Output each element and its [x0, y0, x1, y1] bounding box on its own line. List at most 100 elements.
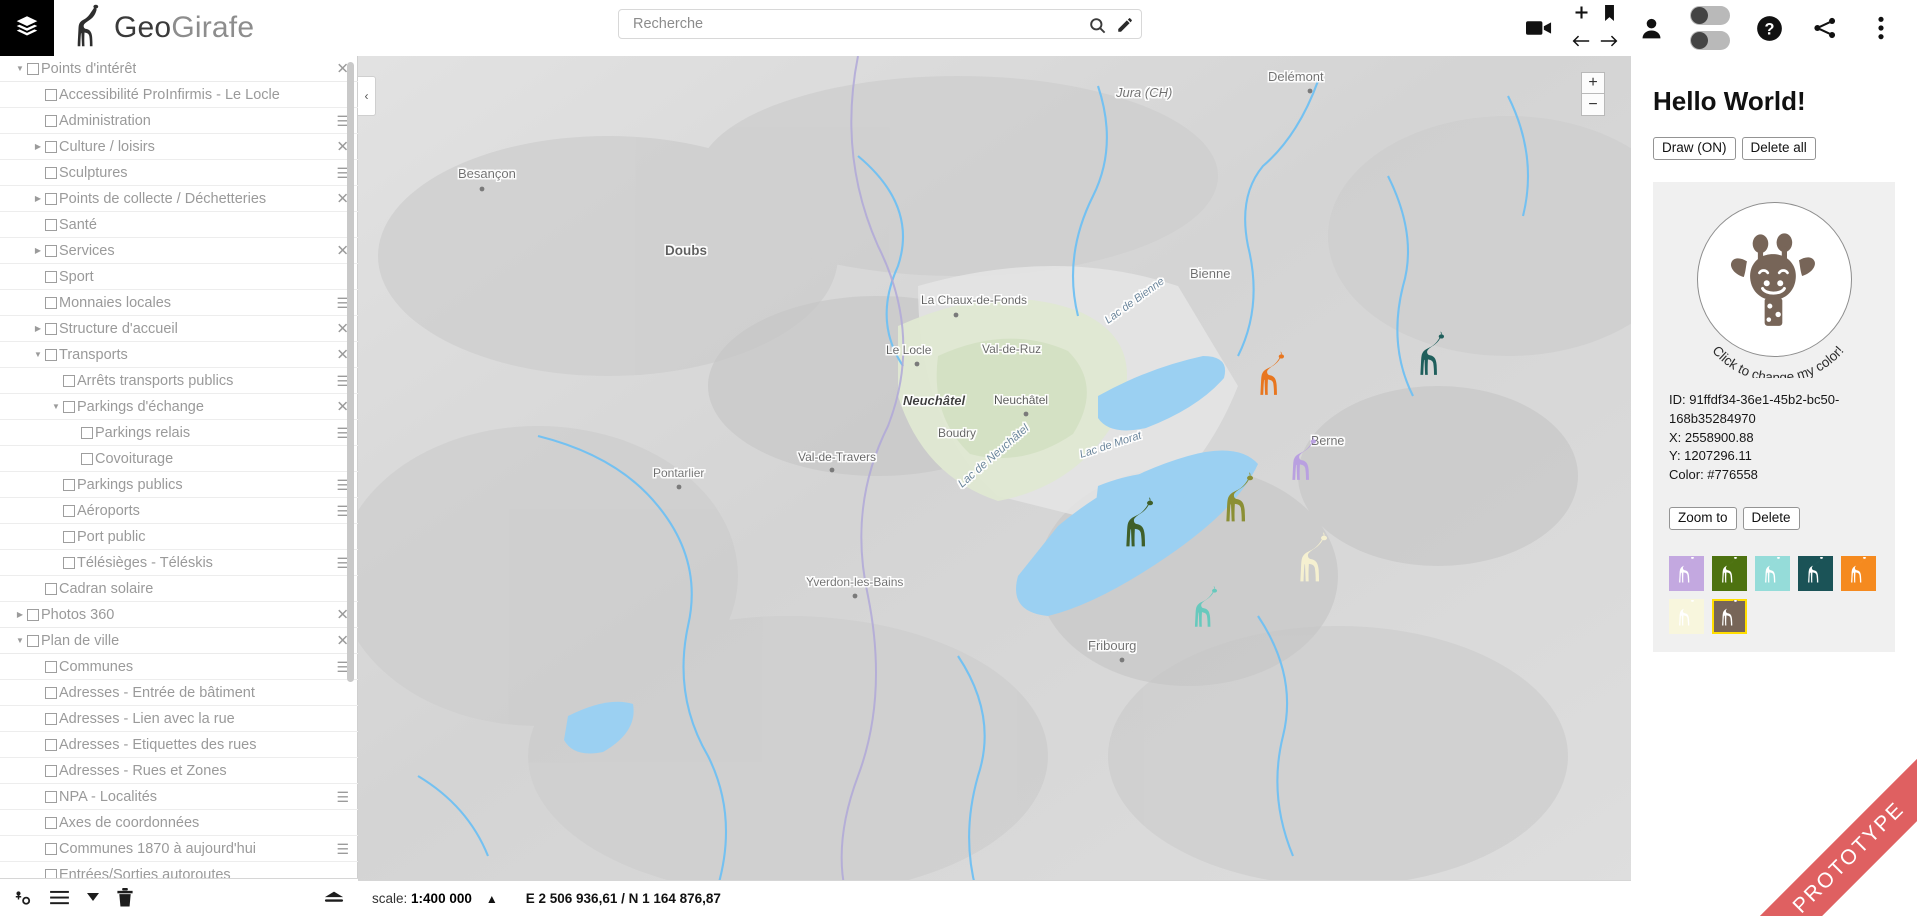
- layer-tree-row[interactable]: ▶ Structure d'accueil ✕: [0, 316, 358, 342]
- draw-toggle-button[interactable]: Draw (ON): [1653, 137, 1736, 160]
- map-giraffe-feature[interactable]: [1218, 465, 1261, 535]
- layer-tree-row[interactable]: Cadran solaire: [0, 576, 358, 602]
- layer-checkbox[interactable]: [45, 166, 57, 179]
- color-swatch[interactable]: [1669, 554, 1704, 591]
- giraffe-color-picker[interactable]: Click to change my color!: [1696, 201, 1852, 378]
- pencil-icon[interactable]: [1114, 14, 1136, 36]
- color-swatch[interactable]: [1712, 554, 1747, 591]
- caret-up-icon[interactable]: ▲: [486, 892, 498, 906]
- color-swatch[interactable]: [1841, 554, 1876, 591]
- layer-checkbox[interactable]: [45, 296, 57, 309]
- caret-right-icon[interactable]: ▶: [13, 610, 27, 619]
- caret-right-icon[interactable]: ▶: [31, 324, 45, 333]
- layer-checkbox[interactable]: [45, 842, 57, 855]
- color-swatch[interactable]: [1798, 554, 1833, 591]
- layer-tree-row[interactable]: Parkings publics ☰: [0, 472, 358, 498]
- caret-down-icon[interactable]: ▼: [49, 402, 63, 411]
- search-icon[interactable]: [1086, 14, 1108, 36]
- layer-checkbox[interactable]: [27, 608, 39, 621]
- layer-tree-row[interactable]: Télésièges - Téléskis ☰: [0, 550, 358, 576]
- layer-checkbox[interactable]: [45, 738, 57, 751]
- delete-all-button[interactable]: Delete all: [1741, 137, 1816, 160]
- layer-tree-row[interactable]: Accessibilité ProInfirmis - Le Locle: [0, 82, 358, 108]
- bookmark-icon[interactable]: [1603, 4, 1616, 24]
- map-giraffe-feature[interactable]: [1285, 430, 1323, 492]
- chevron-down-icon[interactable]: [87, 893, 99, 902]
- layer-checkbox[interactable]: [63, 374, 75, 387]
- layer-checkbox[interactable]: [45, 88, 57, 101]
- layer-checkbox[interactable]: [45, 764, 57, 777]
- layer-tree-row[interactable]: ▼ Points d'intérêt ✕: [0, 56, 358, 82]
- caret-down-icon[interactable]: ▼: [31, 350, 45, 359]
- layer-tree-row[interactable]: Axes de coordonnées: [0, 810, 358, 836]
- caret-right-icon[interactable]: ▶: [31, 142, 45, 151]
- caret-down-icon[interactable]: ▼: [13, 636, 27, 645]
- help-icon[interactable]: ?: [1741, 0, 1797, 56]
- layer-checkbox[interactable]: [45, 322, 57, 335]
- map-giraffe-feature[interactable]: [1188, 580, 1224, 638]
- toggle-switch-top[interactable]: [1690, 6, 1730, 25]
- zoom-out-button[interactable]: −: [1581, 94, 1605, 116]
- layer-tree-row[interactable]: Communes 1870 à aujourd'hui ☰: [0, 836, 358, 862]
- layer-checkbox[interactable]: [45, 192, 57, 205]
- user-account-icon[interactable]: [1623, 0, 1679, 56]
- layer-checkbox[interactable]: [45, 114, 57, 127]
- layer-tree-row[interactable]: Parkings relais ☰: [0, 420, 358, 446]
- map-giraffe-feature[interactable]: [1253, 345, 1291, 407]
- layer-checkbox[interactable]: [63, 504, 75, 517]
- layer-tree-row[interactable]: ▼ Transports ✕: [0, 342, 358, 368]
- layer-checkbox[interactable]: [63, 556, 75, 569]
- layer-tree-row[interactable]: Adresses - Etiquettes des rues: [0, 732, 358, 758]
- layer-tree-row[interactable]: ▶ Photos 360 ✕: [0, 602, 358, 628]
- layer-tree-row[interactable]: Entrées/Sorties autoroutes: [0, 862, 358, 878]
- arrow-right-icon[interactable]: [1600, 34, 1618, 51]
- layer-tree-row[interactable]: Adresses - Lien avec la rue: [0, 706, 358, 732]
- map-viewport[interactable]: Jura (CH) Delémont Besançon Doubs La Cha…: [358, 56, 1631, 916]
- layer-checkbox[interactable]: [45, 712, 57, 725]
- caret-right-icon[interactable]: ▶: [31, 246, 45, 255]
- map-giraffe-feature[interactable]: [1118, 490, 1161, 560]
- map-giraffe-feature[interactable]: [1292, 525, 1335, 595]
- layer-tree-row[interactable]: ▼ Plan de ville ✕: [0, 628, 358, 654]
- color-swatch[interactable]: [1669, 597, 1704, 634]
- layer-checkbox[interactable]: [27, 62, 39, 75]
- zoom-in-button[interactable]: +: [1581, 72, 1605, 94]
- layer-tree-row[interactable]: ▶ Culture / loisirs ✕: [0, 134, 358, 160]
- layer-checkbox[interactable]: [45, 244, 57, 257]
- layer-checkbox[interactable]: [81, 426, 93, 439]
- trash-icon[interactable]: [117, 888, 133, 907]
- layer-checkbox[interactable]: [45, 348, 57, 361]
- arrow-left-icon[interactable]: [1572, 34, 1590, 51]
- layer-checkbox[interactable]: [45, 790, 57, 803]
- layer-checkbox[interactable]: [63, 400, 75, 413]
- layer-checkbox[interactable]: [45, 218, 57, 231]
- zoom-to-button[interactable]: Zoom to: [1669, 507, 1737, 530]
- layer-tree-row[interactable]: Communes ☰: [0, 654, 358, 680]
- layer-tree-row[interactable]: Administration ☰: [0, 108, 358, 134]
- more-vertical-icon[interactable]: [1853, 0, 1909, 56]
- layer-checkbox[interactable]: [45, 816, 57, 829]
- list-icon[interactable]: [50, 890, 69, 905]
- color-swatch[interactable]: [1755, 554, 1790, 591]
- layer-tree-row[interactable]: Sport: [0, 264, 358, 290]
- layer-tree-row[interactable]: Santé: [0, 212, 358, 238]
- layer-checkbox[interactable]: [45, 140, 57, 153]
- layer-checkbox[interactable]: [63, 530, 75, 543]
- layer-tree-row[interactable]: Sculptures ☰: [0, 160, 358, 186]
- layer-tree-row[interactable]: Adresses - Entrée de bâtiment: [0, 680, 358, 706]
- layer-checkbox[interactable]: [45, 660, 57, 673]
- layer-tree-list[interactable]: ▼ Points d'intérêt ✕ Accessibilité ProInfir…: [0, 56, 358, 878]
- layer-tree-row[interactable]: Monnaies locales ☰: [0, 290, 358, 316]
- map-giraffe-feature[interactable]: [1413, 325, 1451, 387]
- layer-checkbox[interactable]: [45, 582, 57, 595]
- layer-tree-row[interactable]: Adresses - Rues et Zones: [0, 758, 358, 784]
- collapse-panel-button[interactable]: ‹: [358, 76, 376, 116]
- brand-logo[interactable]: GeoGirafe: [68, 4, 254, 51]
- basemap-icon[interactable]: [324, 890, 344, 906]
- layer-tree-row[interactable]: ▼ Parkings d'échange ✕: [0, 394, 358, 420]
- color-swatch-selected[interactable]: [1712, 597, 1747, 634]
- search-input[interactable]: [618, 9, 1142, 39]
- layer-checkbox[interactable]: [45, 270, 57, 283]
- layer-tree-row[interactable]: ▶ Services ✕: [0, 238, 358, 264]
- layer-tree-row[interactable]: Port public: [0, 524, 358, 550]
